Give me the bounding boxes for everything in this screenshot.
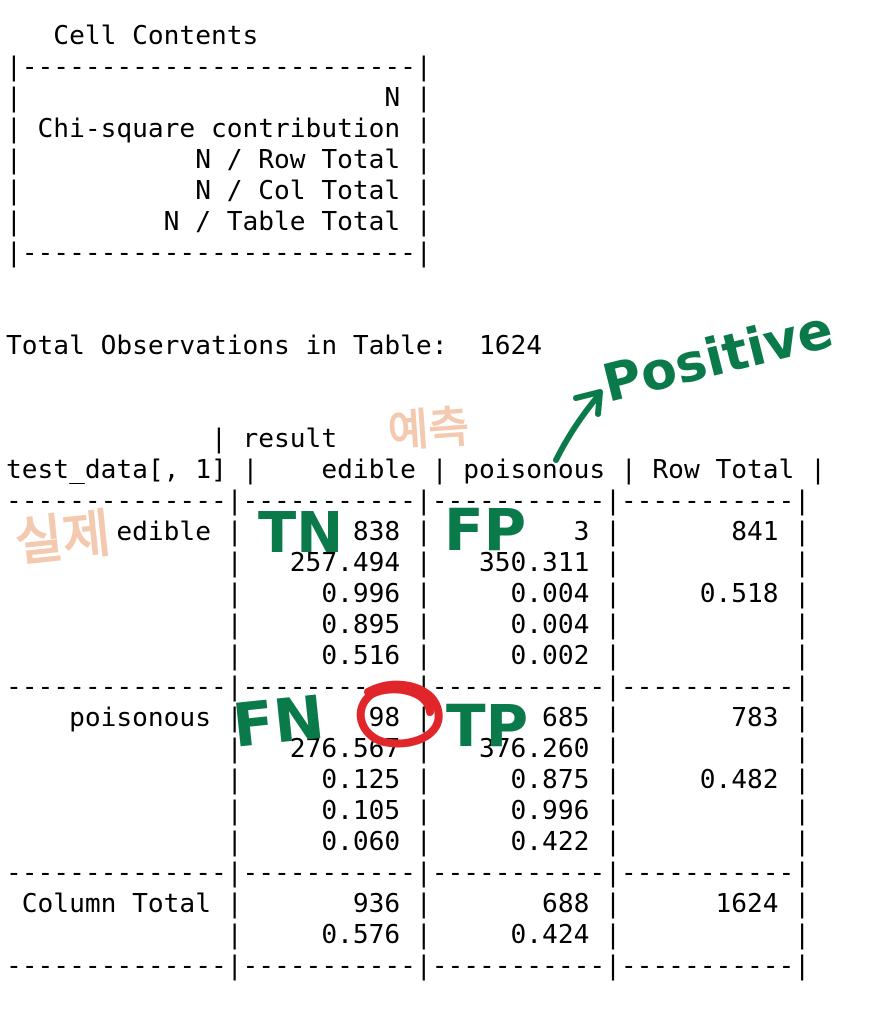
table-row: Column Total | 936 | 688 | 1624 | [6, 889, 811, 919]
column-variable-header: | result [6, 424, 338, 454]
cell-contents-title: Cell Contents [6, 21, 259, 51]
table-row: | 0.516 | 0.002 | | [6, 641, 811, 671]
legend-border-top: |-------------------------| [6, 52, 432, 82]
legend-col-total: | N / Col Total | [6, 176, 432, 206]
table-divider: --------------|-----------|-----------|-… [6, 486, 811, 516]
crosstable-output: Cell Contents |-------------------------|… [6, 21, 826, 982]
table-divider: --------------|-----------|-----------|-… [6, 672, 811, 702]
table-row: | 0.576 | 0.424 | | [6, 920, 811, 950]
table-row: poisonous | 98 | 685 | 783 | [6, 703, 811, 733]
table-row: | 0.895 | 0.004 | | [6, 610, 811, 640]
legend-n: | N | [6, 83, 432, 113]
table-header-row: test_data[, 1] | edible | poisonous | Ro… [6, 455, 826, 485]
table-row: | 276.567 | 376.260 | | [6, 734, 811, 764]
legend-row-total: | N / Row Total | [6, 145, 432, 175]
table-row: | 0.105 | 0.996 | | [6, 796, 811, 826]
table-row: | 0.125 | 0.875 | 0.482 | [6, 765, 811, 795]
table-row: | 0.996 | 0.004 | 0.518 | [6, 579, 811, 609]
total-observations: Total Observations in Table: 1624 [6, 331, 543, 361]
table-divider: --------------|-----------|-----------|-… [6, 951, 811, 981]
legend-chi-square: | Chi-square contribution | [6, 114, 432, 144]
legend-table-total: | N / Table Total | [6, 207, 432, 237]
table-row: | 0.060 | 0.422 | | [6, 827, 811, 857]
table-row: edible | 838 | 3 | 841 | [6, 517, 811, 547]
legend-border-bottom: |-------------------------| [6, 238, 432, 268]
table-divider: --------------|-----------|-----------|-… [6, 858, 811, 888]
table-row: | 257.494 | 350.311 | | [6, 548, 811, 578]
